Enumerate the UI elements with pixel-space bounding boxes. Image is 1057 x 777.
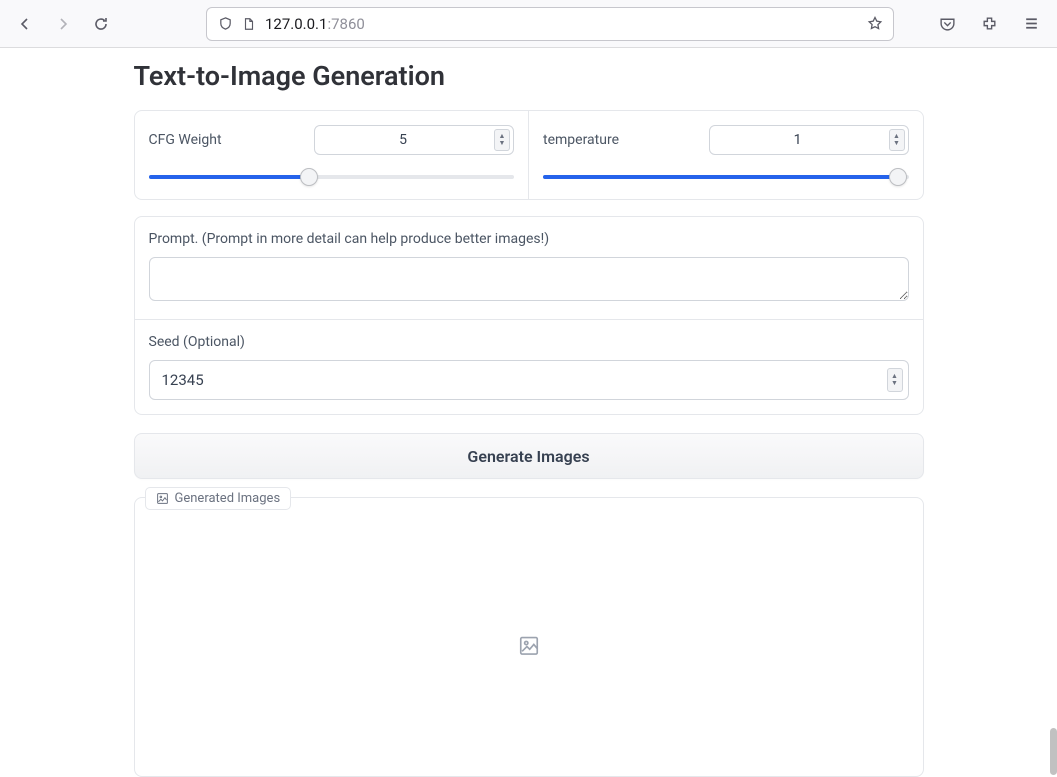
output-card: Generated Images: [134, 497, 924, 777]
prompt-section: Prompt. (Prompt in more detail can help …: [135, 217, 923, 320]
page-icon: [241, 16, 257, 32]
generate-button[interactable]: Generate Images: [134, 433, 924, 479]
cfg-spinner[interactable]: ▲▼: [494, 129, 510, 151]
forward-button[interactable]: [50, 11, 76, 37]
seed-label: Seed (Optional): [149, 334, 909, 350]
shield-icon: [217, 16, 233, 32]
seed-input[interactable]: [149, 360, 909, 400]
page-content: Text-to-Image Generation CFG Weight ▲▼: [0, 48, 1057, 777]
temperature-block: temperature ▲▼: [529, 111, 923, 199]
reload-button[interactable]: [88, 11, 114, 37]
page-title: Text-to-Image Generation: [134, 60, 924, 92]
cfg-number-input[interactable]: [314, 125, 514, 155]
image-placeholder-icon: [518, 635, 540, 657]
temperature-slider-thumb[interactable]: [889, 168, 907, 186]
back-button[interactable]: [12, 11, 38, 37]
prompt-card: Prompt. (Prompt in more detail can help …: [134, 216, 924, 415]
browser-toolbar: 127.0.0.1:7860: [0, 0, 1057, 48]
temperature-slider[interactable]: [543, 169, 909, 185]
temperature-spinner[interactable]: ▲▼: [889, 129, 905, 151]
extensions-icon[interactable]: [975, 10, 1003, 38]
cfg-slider-thumb[interactable]: [300, 168, 318, 186]
pocket-icon[interactable]: [933, 10, 961, 38]
address-bar[interactable]: 127.0.0.1:7860: [206, 7, 894, 41]
output-tab-label: Generated Images: [145, 487, 292, 510]
seed-spinner[interactable]: ▲▼: [887, 368, 903, 392]
app-container: Text-to-Image Generation CFG Weight ▲▼: [134, 48, 924, 777]
prompt-input[interactable]: [149, 257, 909, 301]
seed-section: Seed (Optional) ▲▼: [135, 320, 923, 414]
url-port: :7860: [327, 15, 364, 33]
hamburger-menu-icon[interactable]: [1017, 10, 1045, 38]
bookmark-star-icon[interactable]: [867, 16, 883, 32]
prompt-label: Prompt. (Prompt in more detail can help …: [149, 231, 909, 247]
toolbar-right-icons: [933, 10, 1045, 38]
output-label-text: Generated Images: [175, 491, 281, 506]
sliders-card: CFG Weight ▲▼ temperature: [134, 110, 924, 200]
cfg-label: CFG Weight: [149, 132, 222, 148]
cfg-block: CFG Weight ▲▼: [135, 111, 530, 199]
temperature-number-input[interactable]: [709, 125, 909, 155]
image-icon: [156, 492, 169, 505]
scrollbar-thumb[interactable]: [1050, 728, 1057, 775]
address-text: 127.0.0.1:7860: [265, 15, 859, 33]
url-host: 127.0.0.1: [265, 15, 327, 33]
cfg-slider[interactable]: [149, 169, 515, 185]
temperature-label: temperature: [543, 132, 619, 148]
